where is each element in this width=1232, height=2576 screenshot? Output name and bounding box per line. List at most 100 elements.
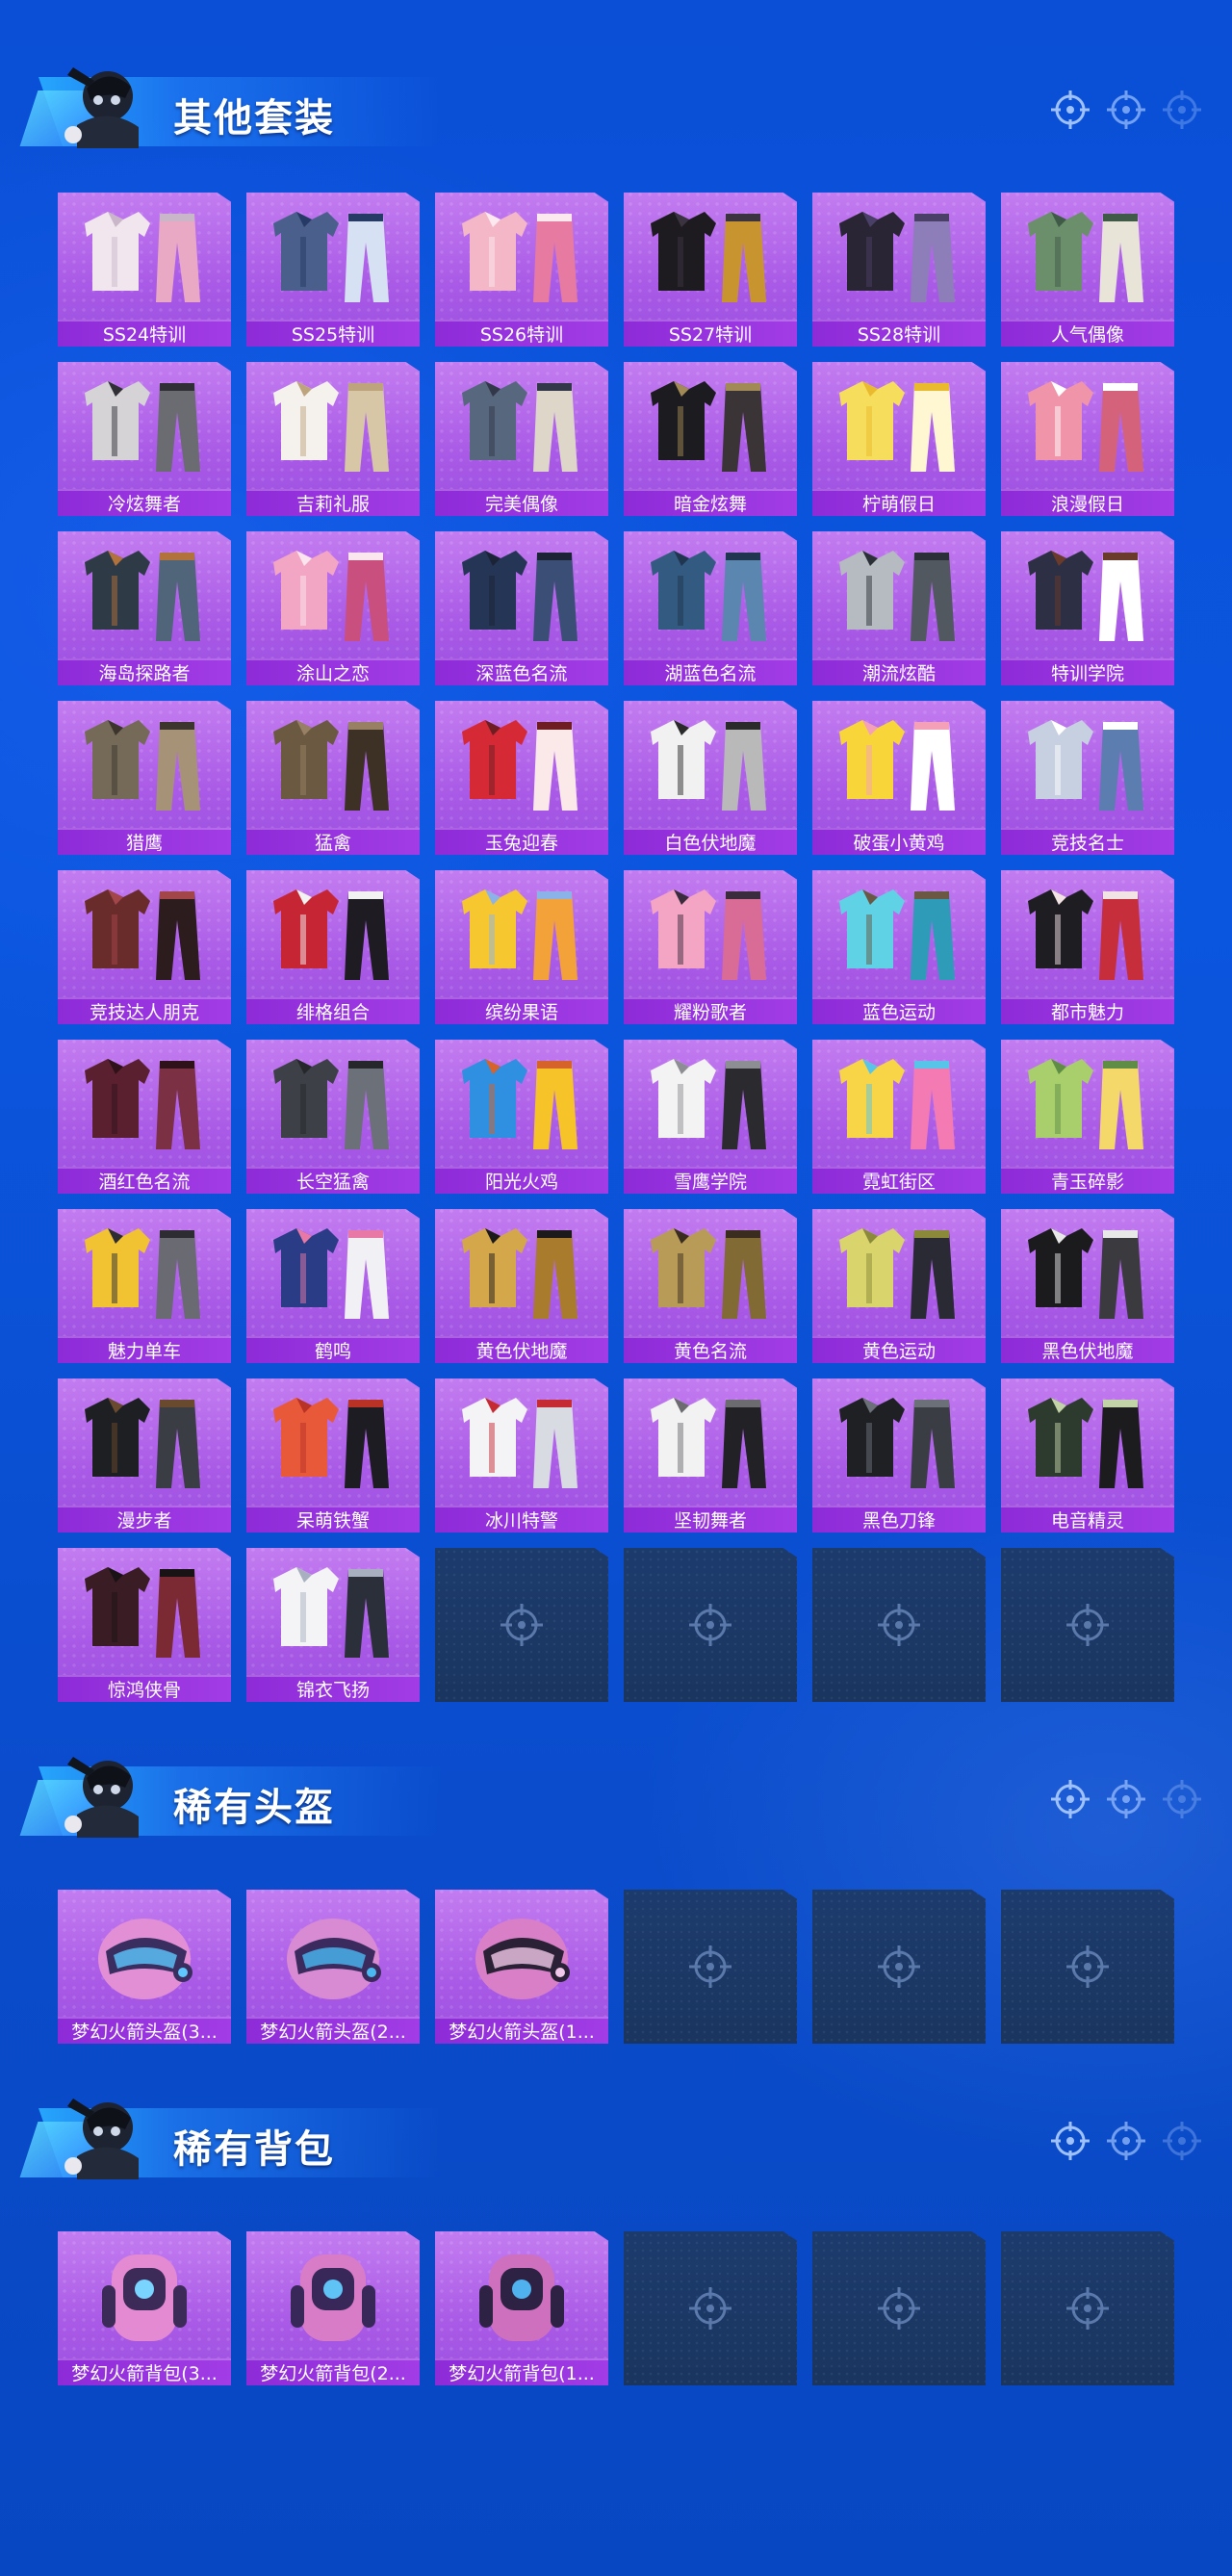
helmet-card[interactable]: 梦幻火箭头盔(1... [435, 1890, 608, 2044]
outfit-card[interactable]: 魅力单车 [58, 1209, 231, 1363]
outfit-card[interactable]: SS24特训 [58, 193, 231, 347]
helmet-grid: 梦幻火箭头盔(3... 梦幻火箭头盔(2... 梦幻火箭头盔(1... [58, 1890, 1174, 2044]
outfit-card[interactable]: 惊鸿侠骨 [58, 1548, 231, 1702]
outfit-card[interactable]: 蓝色运动 [812, 870, 986, 1024]
backpack-image [479, 2254, 564, 2341]
outfit-card[interactable]: 黄色运动 [812, 1209, 986, 1363]
item-name: 酒红色名流 [58, 1167, 231, 1194]
outfit-card[interactable]: 耀粉歌者 [624, 870, 797, 1024]
outfit-card[interactable]: 竞技名士 [1001, 701, 1174, 855]
outfit-card[interactable]: 黄色伏地魔 [435, 1209, 608, 1363]
outfit-card[interactable]: 破蛋小黄鸡 [812, 701, 986, 855]
empty-slot [435, 1548, 608, 1702]
backpack-card[interactable]: 梦幻火箭背包(2... [246, 2231, 420, 2385]
backpack-image [102, 2254, 187, 2341]
backpack-card[interactable]: 梦幻火箭背包(3... [58, 2231, 231, 2385]
outfit-card[interactable]: 黑色伏地魔 [1001, 1209, 1174, 1363]
item-name: 缤纷果语 [435, 997, 608, 1024]
outfit-card[interactable]: 呆萌铁蟹 [246, 1378, 420, 1533]
outfit-card[interactable]: 酒红色名流 [58, 1040, 231, 1194]
outfit-image [462, 381, 578, 472]
section-header: 稀有背包 [19, 2079, 1203, 2185]
outfit-card[interactable]: 雪鹰学院 [624, 1040, 797, 1194]
outfit-card[interactable]: 玉兔迎春 [435, 701, 608, 855]
section-rare-backpacks: 稀有背包 梦幻火箭背包(3... 梦幻火箭背包(2... 梦幻火箭背包(1... [0, 2079, 1232, 2407]
item-name: 漫步者 [58, 1506, 231, 1533]
outfit-card[interactable]: 绯格组合 [246, 870, 420, 1024]
item-name: 竞技达人朋克 [58, 997, 231, 1024]
section-title: 其他套装 [173, 96, 335, 141]
outfit-card[interactable]: 白色伏地魔 [624, 701, 797, 855]
outfit-image [462, 1228, 578, 1319]
outfit-card[interactable]: 柠萌假日 [812, 362, 986, 516]
target-icon [1066, 1604, 1109, 1646]
outfit-card[interactable]: 鹤鸣 [246, 1209, 420, 1363]
item-name: 白色伏地魔 [624, 828, 797, 855]
outfit-card[interactable]: 猎鹰 [58, 701, 231, 855]
item-name: 梦幻火箭背包(1... [435, 2358, 608, 2385]
outfit-card[interactable]: 电音精灵 [1001, 1378, 1174, 1533]
item-name: SS27特训 [624, 320, 797, 347]
outfit-card[interactable]: 青玉碎影 [1001, 1040, 1174, 1194]
outfit-image [462, 551, 578, 641]
outfit-card[interactable]: 涂山之恋 [246, 531, 420, 685]
outfit-card[interactable]: 深蓝色名流 [435, 531, 608, 685]
section-header: 其他套装 [19, 48, 1203, 154]
outfit-card[interactable]: SS25特训 [246, 193, 420, 347]
outfit-card[interactable]: 潮流炫酷 [812, 531, 986, 685]
outfit-image [839, 212, 955, 302]
outfit-card[interactable]: 人气偶像 [1001, 193, 1174, 347]
outfit-card[interactable]: SS28特训 [812, 193, 986, 347]
outfit-card[interactable]: 冰川特警 [435, 1378, 608, 1533]
outfit-image [85, 1059, 200, 1149]
outfit-card[interactable]: 黄色名流 [624, 1209, 797, 1363]
item-name: 黄色名流 [624, 1336, 797, 1363]
outfit-card[interactable]: 暗金炫舞 [624, 362, 797, 516]
empty-slot [1001, 2231, 1174, 2385]
outfit-image [85, 1228, 200, 1319]
target-icon [1163, 2122, 1201, 2160]
outfit-card[interactable]: 海岛探路者 [58, 531, 231, 685]
outfit-card[interactable]: 猛禽 [246, 701, 420, 855]
outfit-card[interactable]: 霓虹街区 [812, 1040, 986, 1194]
item-name: 雪鹰学院 [624, 1167, 797, 1194]
item-name: 绯格组合 [246, 997, 420, 1024]
item-name: 电音精灵 [1001, 1506, 1174, 1533]
outfit-card[interactable]: 特训学院 [1001, 531, 1174, 685]
helmet-card[interactable]: 梦幻火箭头盔(2... [246, 1890, 420, 2044]
outfit-card[interactable]: 缤纷果语 [435, 870, 608, 1024]
empty-slot [812, 2231, 986, 2385]
outfit-card[interactable]: 漫步者 [58, 1378, 231, 1533]
outfit-image [1028, 1059, 1143, 1149]
section-title: 稀有背包 [173, 2127, 335, 2172]
outfit-card[interactable]: 浪漫假日 [1001, 362, 1174, 516]
item-name: 呆萌铁蟹 [246, 1506, 420, 1533]
mascot-avatar-icon [64, 67, 139, 148]
helmet-card[interactable]: 梦幻火箭头盔(3... [58, 1890, 231, 2044]
outfit-card[interactable]: 冷炫舞者 [58, 362, 231, 516]
item-name: 都市魅力 [1001, 997, 1174, 1024]
outfit-image [839, 1059, 955, 1149]
outfit-card[interactable]: 长空猛禽 [246, 1040, 420, 1194]
outfit-card[interactable]: SS26特训 [435, 193, 608, 347]
outfit-card[interactable]: 吉莉礼服 [246, 362, 420, 516]
outfit-card[interactable]: 黑色刀锋 [812, 1378, 986, 1533]
item-name: 黑色刀锋 [812, 1506, 986, 1533]
outfit-card[interactable]: 竞技达人朋克 [58, 870, 231, 1024]
outfit-card[interactable]: 完美偶像 [435, 362, 608, 516]
outfit-card[interactable]: 坚韧舞者 [624, 1378, 797, 1533]
item-name: 破蛋小黄鸡 [812, 828, 986, 855]
item-name: 阳光火鸡 [435, 1167, 608, 1194]
outfit-card[interactable]: 都市魅力 [1001, 870, 1174, 1024]
target-icon [1051, 1780, 1090, 1818]
item-name: 长空猛禽 [246, 1167, 420, 1194]
outfit-image [273, 1398, 389, 1488]
item-name: SS24特训 [58, 320, 231, 347]
backpack-card[interactable]: 梦幻火箭背包(1... [435, 2231, 608, 2385]
outfit-image [85, 381, 200, 472]
outfit-card[interactable]: 锦衣飞扬 [246, 1548, 420, 1702]
outfit-card[interactable]: SS27特训 [624, 193, 797, 347]
outfit-card[interactable]: 湖蓝色名流 [624, 531, 797, 685]
item-name: 冷炫舞者 [58, 489, 231, 516]
outfit-card[interactable]: 阳光火鸡 [435, 1040, 608, 1194]
